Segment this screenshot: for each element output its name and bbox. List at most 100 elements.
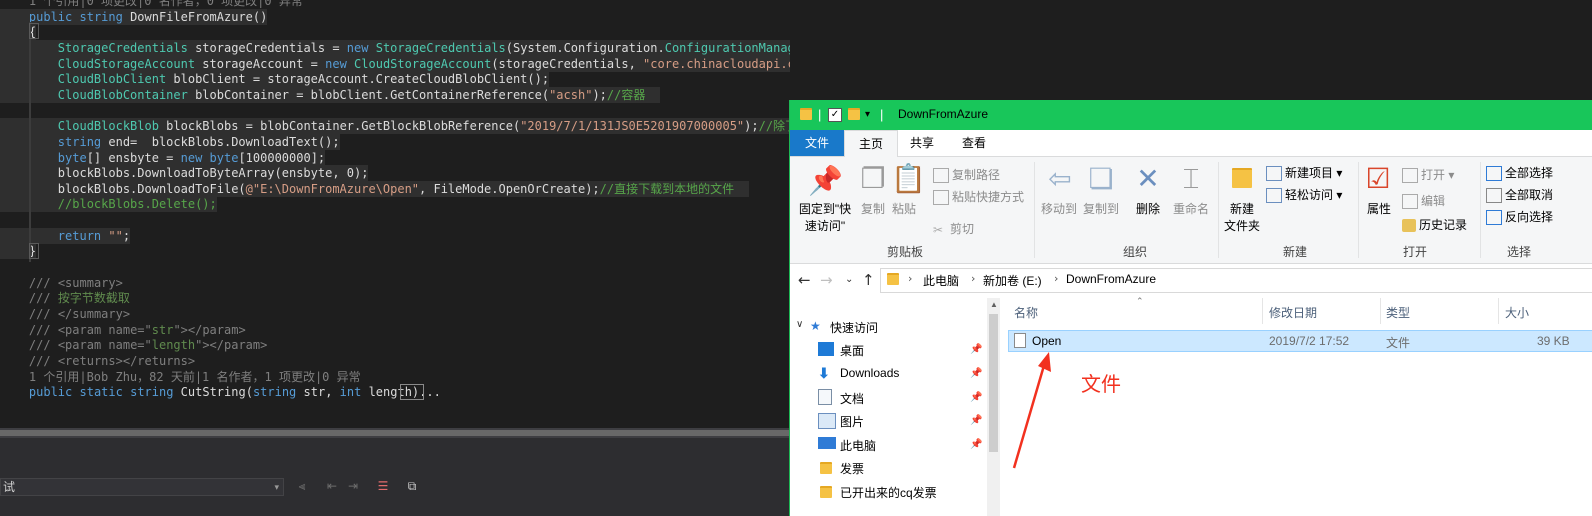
properties-check-icon[interactable]: ✓ — [828, 108, 842, 122]
code-line[interactable]: //blockBlobs.Delete(); — [0, 196, 217, 213]
code-token: /// — [28, 291, 51, 306]
customize-quick-access-icon[interactable]: ▾ — [865, 108, 870, 122]
up-arrow-icon[interactable]: ↑ — [862, 271, 875, 289]
collapsed-code-indicator[interactable] — [400, 384, 424, 400]
download-arrow-icon: ⬇ — [818, 365, 830, 381]
list-icon[interactable]: ☰ — [374, 478, 392, 494]
copy-button[interactable]: 复制 — [860, 200, 886, 217]
code-line[interactable]: /// </summary> — [0, 306, 130, 322]
back-arrow-icon[interactable]: ← — [798, 271, 811, 289]
brace-match-highlight — [29, 243, 39, 259]
cut-button[interactable]: ✂ 剪切 — [933, 220, 974, 237]
code-line[interactable]: CloudBlobClient blobClient = storageAcco… — [0, 71, 550, 88]
rename-button[interactable]: 重命名 — [1170, 200, 1212, 217]
code-line[interactable]: /// <param name="str"></param> — [0, 322, 246, 338]
code-token: [100000000]; — [238, 150, 326, 165]
project-combo-box[interactable]: 试 ▾ — [0, 478, 284, 496]
code-line[interactable]: public string DownFileFromAzure() — [0, 8, 268, 25]
nav-quick-access[interactable]: 快速访问 — [830, 319, 878, 336]
breadcrumb-drive-e[interactable]: 新加卷 (E:) — [983, 272, 1042, 289]
window-switch-icon[interactable]: ⧉ — [403, 478, 421, 494]
nav-item-downloads[interactable]: Downloads — [840, 366, 899, 380]
code-line[interactable]: StorageCredentials storageCredentials = … — [0, 39, 790, 56]
paste-shortcut-button[interactable]: 粘贴快捷方式 — [933, 188, 1024, 206]
chevron-down-icon[interactable]: ∨ — [796, 319, 803, 330]
code-line[interactable]: /// 按字节数截取 — [0, 290, 130, 306]
column-separator[interactable] — [1262, 298, 1263, 324]
code-token: DownFileFromAzure() — [122, 9, 268, 24]
code-line[interactable]: 1 个引用|0 项更改|0 名作者，0 项更改|0 异常 — [0, 0, 303, 9]
column-separator[interactable] — [1380, 298, 1381, 324]
tab-view[interactable]: 查看 — [948, 130, 1000, 156]
breadcrumb-downfromazure[interactable]: DownFromAzure — [1066, 272, 1156, 286]
title-bar[interactable]: | ✓ ▾ | DownFromAzure — [790, 100, 1592, 130]
breadcrumb-separator-icon[interactable]: › — [908, 272, 912, 285]
copy-to-button[interactable]: 复制到 — [1082, 200, 1120, 217]
code-editor[interactable]: 1 个引用|0 项更改|0 名作者，0 项更改|0 异常 public stri… — [0, 0, 790, 437]
recent-locations-chevron-icon[interactable]: ⌄ — [845, 274, 853, 285]
code-token: CutString( — [173, 385, 253, 400]
pin-quick-access-button[interactable]: 固定到"快 速访问" — [795, 200, 855, 234]
new-folder-icon[interactable] — [848, 108, 860, 123]
tab-file[interactable]: 文件 — [790, 130, 844, 156]
decrease-indent-icon[interactable]: ⇤ — [323, 478, 341, 494]
increase-indent-icon[interactable]: ⇥ — [344, 478, 362, 494]
code-line[interactable]: string end= blockBlobs.DownloadText(); — [0, 133, 340, 150]
new-item-button[interactable]: 新建项目 ▾ — [1266, 164, 1342, 182]
select-none-button[interactable]: 全部取消 — [1486, 186, 1554, 204]
easy-access-button[interactable]: 轻松访问 ▾ — [1266, 186, 1342, 204]
select-none-label: 全部取消 — [1505, 188, 1554, 202]
nav-item-this-pc[interactable]: 此电脑 — [840, 437, 876, 454]
code-line[interactable]: return ""; — [0, 227, 131, 244]
copy-path-button[interactable]: 复制路径 — [933, 166, 1000, 184]
breadcrumb-separator-icon[interactable]: › — [971, 272, 975, 285]
code-line[interactable]: /// <returns></returns> — [0, 353, 195, 369]
column-header-name[interactable]: 名称 — [1014, 304, 1038, 321]
code-line[interactable]: /// <summary> — [0, 275, 123, 291]
code-line[interactable]: /// <param name="length"></param> — [0, 337, 267, 353]
code-token: ; — [122, 228, 131, 243]
nav-item-desktop[interactable]: 桌面 — [840, 342, 864, 359]
nav-item-cq-invoices[interactable]: 已开出来的cq发票 — [840, 484, 937, 501]
tab-share[interactable]: 共享 — [896, 130, 948, 156]
column-header-size[interactable]: 大小 — [1505, 304, 1529, 321]
code-line[interactable]: blockBlobs.DownloadToByteArray(ensbyte, … — [0, 165, 369, 182]
align-left-icon[interactable]: ⫷ — [293, 478, 311, 494]
invert-selection-button[interactable]: 反向选择 — [1486, 208, 1553, 226]
code-line[interactable]: blockBlobs.DownloadToFile(@"E:\DownFromA… — [0, 180, 749, 197]
code-line[interactable]: CloudBlobContainer blobContainer = blobC… — [0, 86, 660, 103]
column-header-modified[interactable]: 修改日期 — [1269, 304, 1317, 321]
nav-item-pictures[interactable]: 图片 — [840, 413, 864, 430]
breadcrumb-this-pc[interactable]: 此电脑 — [923, 272, 959, 289]
code-token: blockBlobs.DownloadToFile( — [0, 181, 246, 196]
code-line[interactable]: CloudBlockBlob blockBlobs = blobContaine… — [0, 118, 790, 135]
properties-button[interactable]: 属性 — [1364, 200, 1394, 217]
scrollbar-thumb[interactable] — [0, 430, 790, 436]
code-line[interactable]: CloudStorageAccount storageAccount = new… — [0, 55, 790, 72]
edit-button[interactable]: 编辑 — [1402, 192, 1445, 210]
breadcrumb-separator-icon[interactable]: › — [1054, 272, 1058, 285]
code-line[interactable]: byte[] ensbyte = new byte[100000000]; — [0, 149, 326, 166]
open-button[interactable]: 打开 ▾ — [1402, 166, 1454, 184]
nav-item-documents[interactable]: 文档 — [840, 390, 864, 407]
scroll-up-arrow-icon[interactable]: ▲ — [990, 300, 998, 309]
cut-label: 剪切 — [950, 222, 975, 236]
code-line[interactable]: 1 个引用|Bob Zhu，82 天前|1 名作者，1 项更改|0 异常 — [0, 369, 361, 385]
file-name[interactable]: Open — [1032, 334, 1061, 348]
delete-button[interactable]: 删除 — [1134, 200, 1162, 217]
new-folder-button[interactable]: 新建 文件夹 — [1222, 200, 1262, 234]
forward-arrow-icon[interactable]: → — [820, 271, 833, 289]
paste-button[interactable]: 粘贴 — [891, 200, 917, 217]
column-header-type[interactable]: 类型 — [1386, 304, 1410, 321]
tab-home[interactable]: 主页 — [844, 130, 898, 157]
nav-item-invoices[interactable]: 发票 — [840, 460, 864, 477]
scrollbar-thumb[interactable] — [989, 314, 998, 452]
history-button[interactable]: 历史记录 — [1402, 216, 1467, 233]
pin-label-line1: 固定到"快 — [798, 202, 852, 216]
desktop-icon — [818, 342, 834, 356]
code-line[interactable]: public static string CutString(string st… — [0, 384, 441, 400]
move-to-button[interactable]: 移动到 — [1040, 200, 1078, 217]
select-all-button[interactable]: 全部选择 — [1486, 164, 1553, 182]
column-separator[interactable] — [1498, 298, 1499, 324]
